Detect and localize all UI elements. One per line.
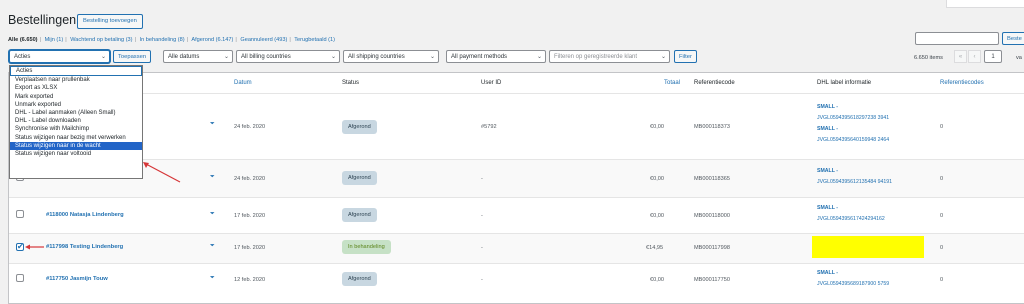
status-badge: Afgerond [342,208,377,222]
bulk-option-highlighted[interactable]: Status wijzigen naar in de wacht [10,141,142,150]
customer-filter-input[interactable]: Filteren op geregistreerde klant ⌄ [549,50,670,63]
reference-code: MB000117998 [694,245,730,251]
bulk-option[interactable]: Export as XLSX [10,84,142,92]
status-link-processing[interactable]: In behandeling (8) [140,37,185,43]
references-count: 0 [940,124,944,130]
status-link-cancelled[interactable]: Geannuleerd (493) [240,37,287,43]
dhl-label-info: SMALL - JVGL0594395689187900 5759 [817,270,890,287]
order-link[interactable]: #117750 Jasmijn Touw [46,276,108,282]
red-arrow-annotation [25,244,44,250]
status-badge: Afgerond [342,272,377,286]
order-link[interactable]: #118000 Natasja Lindenberg [46,212,124,218]
references-count: 0 [940,213,944,219]
preview-eye-icon[interactable]: ⏷ [210,121,215,128]
status-badge: Afgerond [342,171,377,185]
search-input[interactable] [915,32,999,45]
bulk-option[interactable]: Status wijzigen naar bezig met verwerken [10,134,142,142]
filter-button[interactable]: Filter [674,50,697,63]
row-checkbox[interactable] [16,274,24,282]
bulk-option[interactable]: Mark exported [10,93,142,101]
order-date: 17 feb. 2020 [234,245,266,251]
shipping-country-select[interactable]: All shipping countries ⌄ [343,50,439,63]
column-header-dhl: DHL label informatie [817,80,872,86]
status-link-pending[interactable]: Wachtend op betaling (3) [70,37,132,43]
apply-button[interactable]: Toepassen [113,50,152,63]
bulk-option[interactable]: DHL - Label downloaden [10,117,142,125]
payment-method-select[interactable]: All payment methods ⌄ [446,50,546,63]
page-of-label: va [1016,55,1022,61]
page-title: Bestellingen [8,13,77,27]
first-page-button[interactable]: « [954,50,967,63]
order-date: 24 feb. 2020 [234,176,266,182]
screen-options-tab[interactable] [946,0,1024,8]
status-badge: In behandeling [342,240,391,254]
dates-select[interactable]: Alle datums ⌄ [163,50,233,63]
search-button[interactable]: Beste [1002,32,1024,45]
row-checkbox[interactable] [16,210,24,218]
bulk-option[interactable]: Acties [10,66,142,77]
bulk-actions-dropdown: Acties Verplaatsen naar prullenbak Expor… [9,65,143,179]
references-count: 0 [940,277,944,283]
user-id-link[interactable]: #5792 [481,124,497,130]
chevron-down-icon: ⌄ [330,54,336,60]
status-badge: Afgerond [342,120,377,134]
items-count: 6.650 items [914,55,943,61]
status-link-refunded[interactable]: Terugbetaald (1) [294,37,335,43]
order-total: €0,00 [650,176,664,182]
user-id: - [481,176,483,182]
chevron-down-icon: ⌄ [536,54,542,60]
order-total: €0,00 [650,124,664,130]
bulk-option[interactable]: DHL - Label aanmaken (Alleen Small) [10,109,142,117]
bulk-actions-select[interactable]: Acties ⌄ [9,50,110,63]
references-count: 0 [940,245,944,251]
dhl-label-info: SMALL - JVGL0594395612135484 94191 [817,168,893,185]
bulk-option[interactable]: Status wijzigen naar voltooid [10,150,142,158]
order-date: 24 feb. 2020 [234,124,266,130]
billing-country-select[interactable]: All billing countries ⌄ [236,50,340,63]
bulk-option[interactable]: Synchronise with Mailchimp [10,125,142,133]
references-count: 0 [940,176,944,182]
current-page-input[interactable]: 1 [984,50,1002,63]
reference-code: MB000117750 [694,277,730,283]
reference-code: MB000118373 [694,124,730,130]
column-header-references[interactable]: Referentiecodes [940,80,984,86]
status-filter-links: Alle (6.650) | Mijn (1) | Wachtend op beta… [8,37,335,43]
order-total: €14,95 [646,245,664,251]
column-header-total[interactable]: Totaal [664,80,680,86]
dhl-label-info: SMALL - JVGL0594395618297238 3941 SMALL … [817,104,890,143]
user-id: - [481,213,483,219]
preview-eye-icon[interactable]: ⏷ [210,275,215,282]
order-total: €0,00 [650,213,664,219]
order-date: 17 feb. 2020 [234,213,266,219]
preview-eye-icon[interactable]: ⏷ [210,174,215,181]
preview-eye-icon[interactable]: ⏷ [210,211,215,218]
user-id: - [481,245,483,251]
add-order-button[interactable]: Bestelling toevoegen [77,14,143,29]
user-id: - [481,277,483,283]
row-checkbox[interactable] [16,242,24,251]
prev-page-button[interactable]: ‹ [968,50,981,63]
column-header-reference: Referentiecode [694,80,735,86]
column-header-status: Status [342,80,360,86]
column-header-user-id: User ID [481,80,502,86]
chevron-down-icon: ⌄ [223,54,229,60]
bulk-option[interactable]: Unmark exported [10,101,142,109]
reference-code: MB000118365 [694,176,730,182]
preview-eye-icon[interactable]: ⏷ [210,243,215,250]
status-link-completed[interactable]: Afgerond (6.147) [191,37,233,43]
reference-code: MB000118000 [694,213,730,219]
column-header-date[interactable]: Datum [234,80,252,86]
order-date: 12 feb. 2020 [234,277,266,283]
chevron-down-icon: ⌄ [660,54,666,60]
status-link-mine[interactable]: Mijn (1) [45,37,64,43]
order-total: €0,00 [650,277,664,283]
dhl-label-info: SMALL - JVGL0594395617424294162 [817,205,885,222]
chevron-down-icon: ⌄ [100,54,106,60]
order-link[interactable]: #117998 Testing Lindenberg [46,244,123,250]
highlight-box [812,236,924,258]
status-link-all[interactable]: Alle (6.650) [8,37,38,43]
bulk-option[interactable]: Verplaatsen naar prullenbak [10,76,142,84]
chevron-down-icon: ⌄ [429,54,435,60]
red-arrow-annotation [143,162,181,183]
